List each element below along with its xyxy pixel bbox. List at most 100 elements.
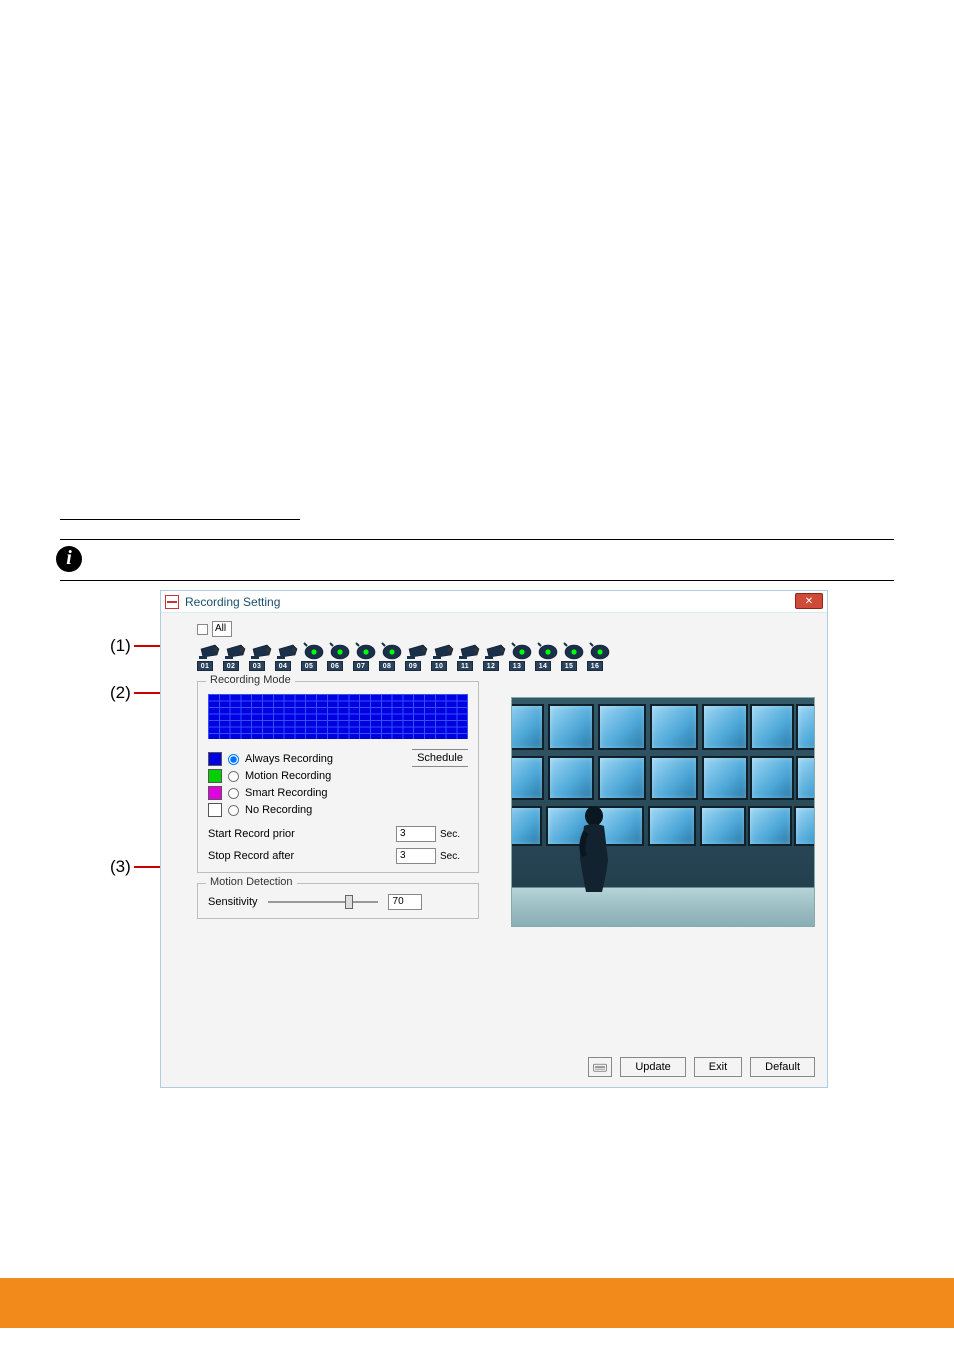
camera-icon xyxy=(509,641,535,663)
app-icon xyxy=(165,595,179,609)
preview-monitor xyxy=(794,806,815,846)
stop-after-row: Stop Record after 3 Sec. xyxy=(208,848,468,864)
page-footer-stripe xyxy=(0,1278,954,1350)
titlebar: Recording Setting ✕ xyxy=(161,591,827,613)
exit-button[interactable]: Exit xyxy=(694,1057,742,1077)
start-prior-label: Start Record prior xyxy=(208,828,295,840)
page: i (1) (2) (3) Recording Setting ✕ All 01… xyxy=(0,0,954,1350)
camera-10[interactable]: 10 xyxy=(431,641,457,671)
sensitivity-label: Sensitivity xyxy=(208,896,258,908)
mode-none-row[interactable]: No Recording xyxy=(208,803,333,817)
camera-number-label: 04 xyxy=(275,661,291,671)
preview-monitor xyxy=(748,806,792,846)
schedule-button[interactable]: Schedule xyxy=(412,749,468,767)
camera-number-label: 07 xyxy=(353,661,369,671)
camera-number-label: 09 xyxy=(405,661,421,671)
camera-icon xyxy=(249,641,275,663)
swatch-none xyxy=(208,803,222,817)
horizontal-rule-bottom xyxy=(60,580,894,581)
mode-always-row[interactable]: Always Recording xyxy=(208,752,333,766)
camera-number-label: 03 xyxy=(249,661,265,671)
callout-2-label: (2) xyxy=(110,683,131,703)
start-prior-input[interactable]: 3 xyxy=(396,826,436,842)
callout-3-label: (3) xyxy=(110,857,131,877)
swatch-motion xyxy=(208,769,222,783)
preview-monitor xyxy=(511,806,542,846)
radio-motion[interactable] xyxy=(228,771,239,782)
motion-detection-group: Motion Detection Sensitivity 70 xyxy=(197,883,479,919)
preview-monitor xyxy=(648,806,696,846)
swatch-always xyxy=(208,752,222,766)
preview-monitor xyxy=(700,806,746,846)
camera-13[interactable]: 13 xyxy=(509,641,535,671)
mode-options: Always Recording Motion Recording Smart … xyxy=(208,749,333,820)
camera-icon xyxy=(457,641,483,663)
start-prior-row: Start Record prior 3 Sec. xyxy=(208,826,468,842)
camera-12[interactable]: 12 xyxy=(483,641,509,671)
camera-number-label: 10 xyxy=(431,661,447,671)
camera-number-label: 08 xyxy=(379,661,395,671)
modes-block: Always Recording Motion Recording Smart … xyxy=(208,749,468,820)
all-checkbox[interactable] xyxy=(197,624,208,635)
camera-01[interactable]: 01 xyxy=(197,641,223,671)
default-button[interactable]: Default xyxy=(750,1057,815,1077)
update-button[interactable]: Update xyxy=(620,1057,685,1077)
camera-02[interactable]: 02 xyxy=(223,641,249,671)
callout-1-label: (1) xyxy=(110,636,131,656)
radio-always[interactable] xyxy=(228,754,239,765)
camera-15[interactable]: 15 xyxy=(561,641,587,671)
preview-monitor xyxy=(702,704,748,750)
motion-detection-legend: Motion Detection xyxy=(206,876,297,888)
recording-mode-group: Recording Mode Always Recording Motion R… xyxy=(197,681,479,873)
stop-after-unit: Sec. xyxy=(440,851,468,862)
label-smart: Smart Recording xyxy=(245,787,328,799)
preview-monitor xyxy=(548,704,594,750)
camera-06[interactable]: 06 xyxy=(327,641,353,671)
label-motion: Motion Recording xyxy=(245,770,331,782)
camera-number-label: 11 xyxy=(457,661,473,671)
camera-icon xyxy=(405,641,431,663)
sensitivity-slider-thumb[interactable] xyxy=(345,895,353,909)
stop-after-input[interactable]: 3 xyxy=(396,848,436,864)
camera-04[interactable]: 04 xyxy=(275,641,301,671)
swatch-smart xyxy=(208,786,222,800)
preview-monitor xyxy=(511,704,544,750)
keyboard-icon-button[interactable] xyxy=(588,1057,612,1077)
window-title: Recording Setting xyxy=(185,595,280,609)
camera-icon xyxy=(431,641,457,663)
sensitivity-slider[interactable] xyxy=(268,901,378,903)
camera-strip: 01 0203 04 05 0607 08 09 10 11 121314 1516 xyxy=(197,641,817,671)
camera-03[interactable]: 03 xyxy=(249,641,275,671)
operator-silhouette xyxy=(570,802,616,898)
mode-motion-row[interactable]: Motion Recording xyxy=(208,769,333,783)
camera-preview xyxy=(511,697,815,927)
all-row: All xyxy=(197,621,817,637)
radio-smart[interactable] xyxy=(228,788,239,799)
mode-smart-row[interactable]: Smart Recording xyxy=(208,786,333,800)
sensitivity-row: Sensitivity 70 xyxy=(208,894,468,910)
close-button[interactable]: ✕ xyxy=(795,593,823,609)
preview-monitor xyxy=(650,704,698,750)
camera-05[interactable]: 05 xyxy=(301,641,327,671)
sensitivity-value[interactable]: 70 xyxy=(388,894,422,910)
footer-white-bar xyxy=(0,1328,954,1350)
keyboard-icon xyxy=(593,1061,607,1073)
camera-icon xyxy=(353,641,379,663)
camera-11[interactable]: 11 xyxy=(457,641,483,671)
radio-none[interactable] xyxy=(228,805,239,816)
camera-07[interactable]: 07 xyxy=(353,641,379,671)
preview-monitor xyxy=(548,756,594,800)
start-prior-unit: Sec. xyxy=(440,829,468,840)
camera-09[interactable]: 09 xyxy=(405,641,431,671)
camera-number-label: 05 xyxy=(301,661,317,671)
dialog-footer: Update Exit Default xyxy=(588,1057,815,1077)
schedule-grid[interactable] xyxy=(208,694,468,739)
preview-monitor xyxy=(750,756,794,800)
preview-monitor xyxy=(796,756,815,800)
camera-icon xyxy=(587,641,613,663)
camera-14[interactable]: 14 xyxy=(535,641,561,671)
camera-number-label: 01 xyxy=(197,661,213,671)
camera-16[interactable]: 16 xyxy=(587,641,613,671)
camera-number-label: 14 xyxy=(535,661,551,671)
camera-08[interactable]: 08 xyxy=(379,641,405,671)
